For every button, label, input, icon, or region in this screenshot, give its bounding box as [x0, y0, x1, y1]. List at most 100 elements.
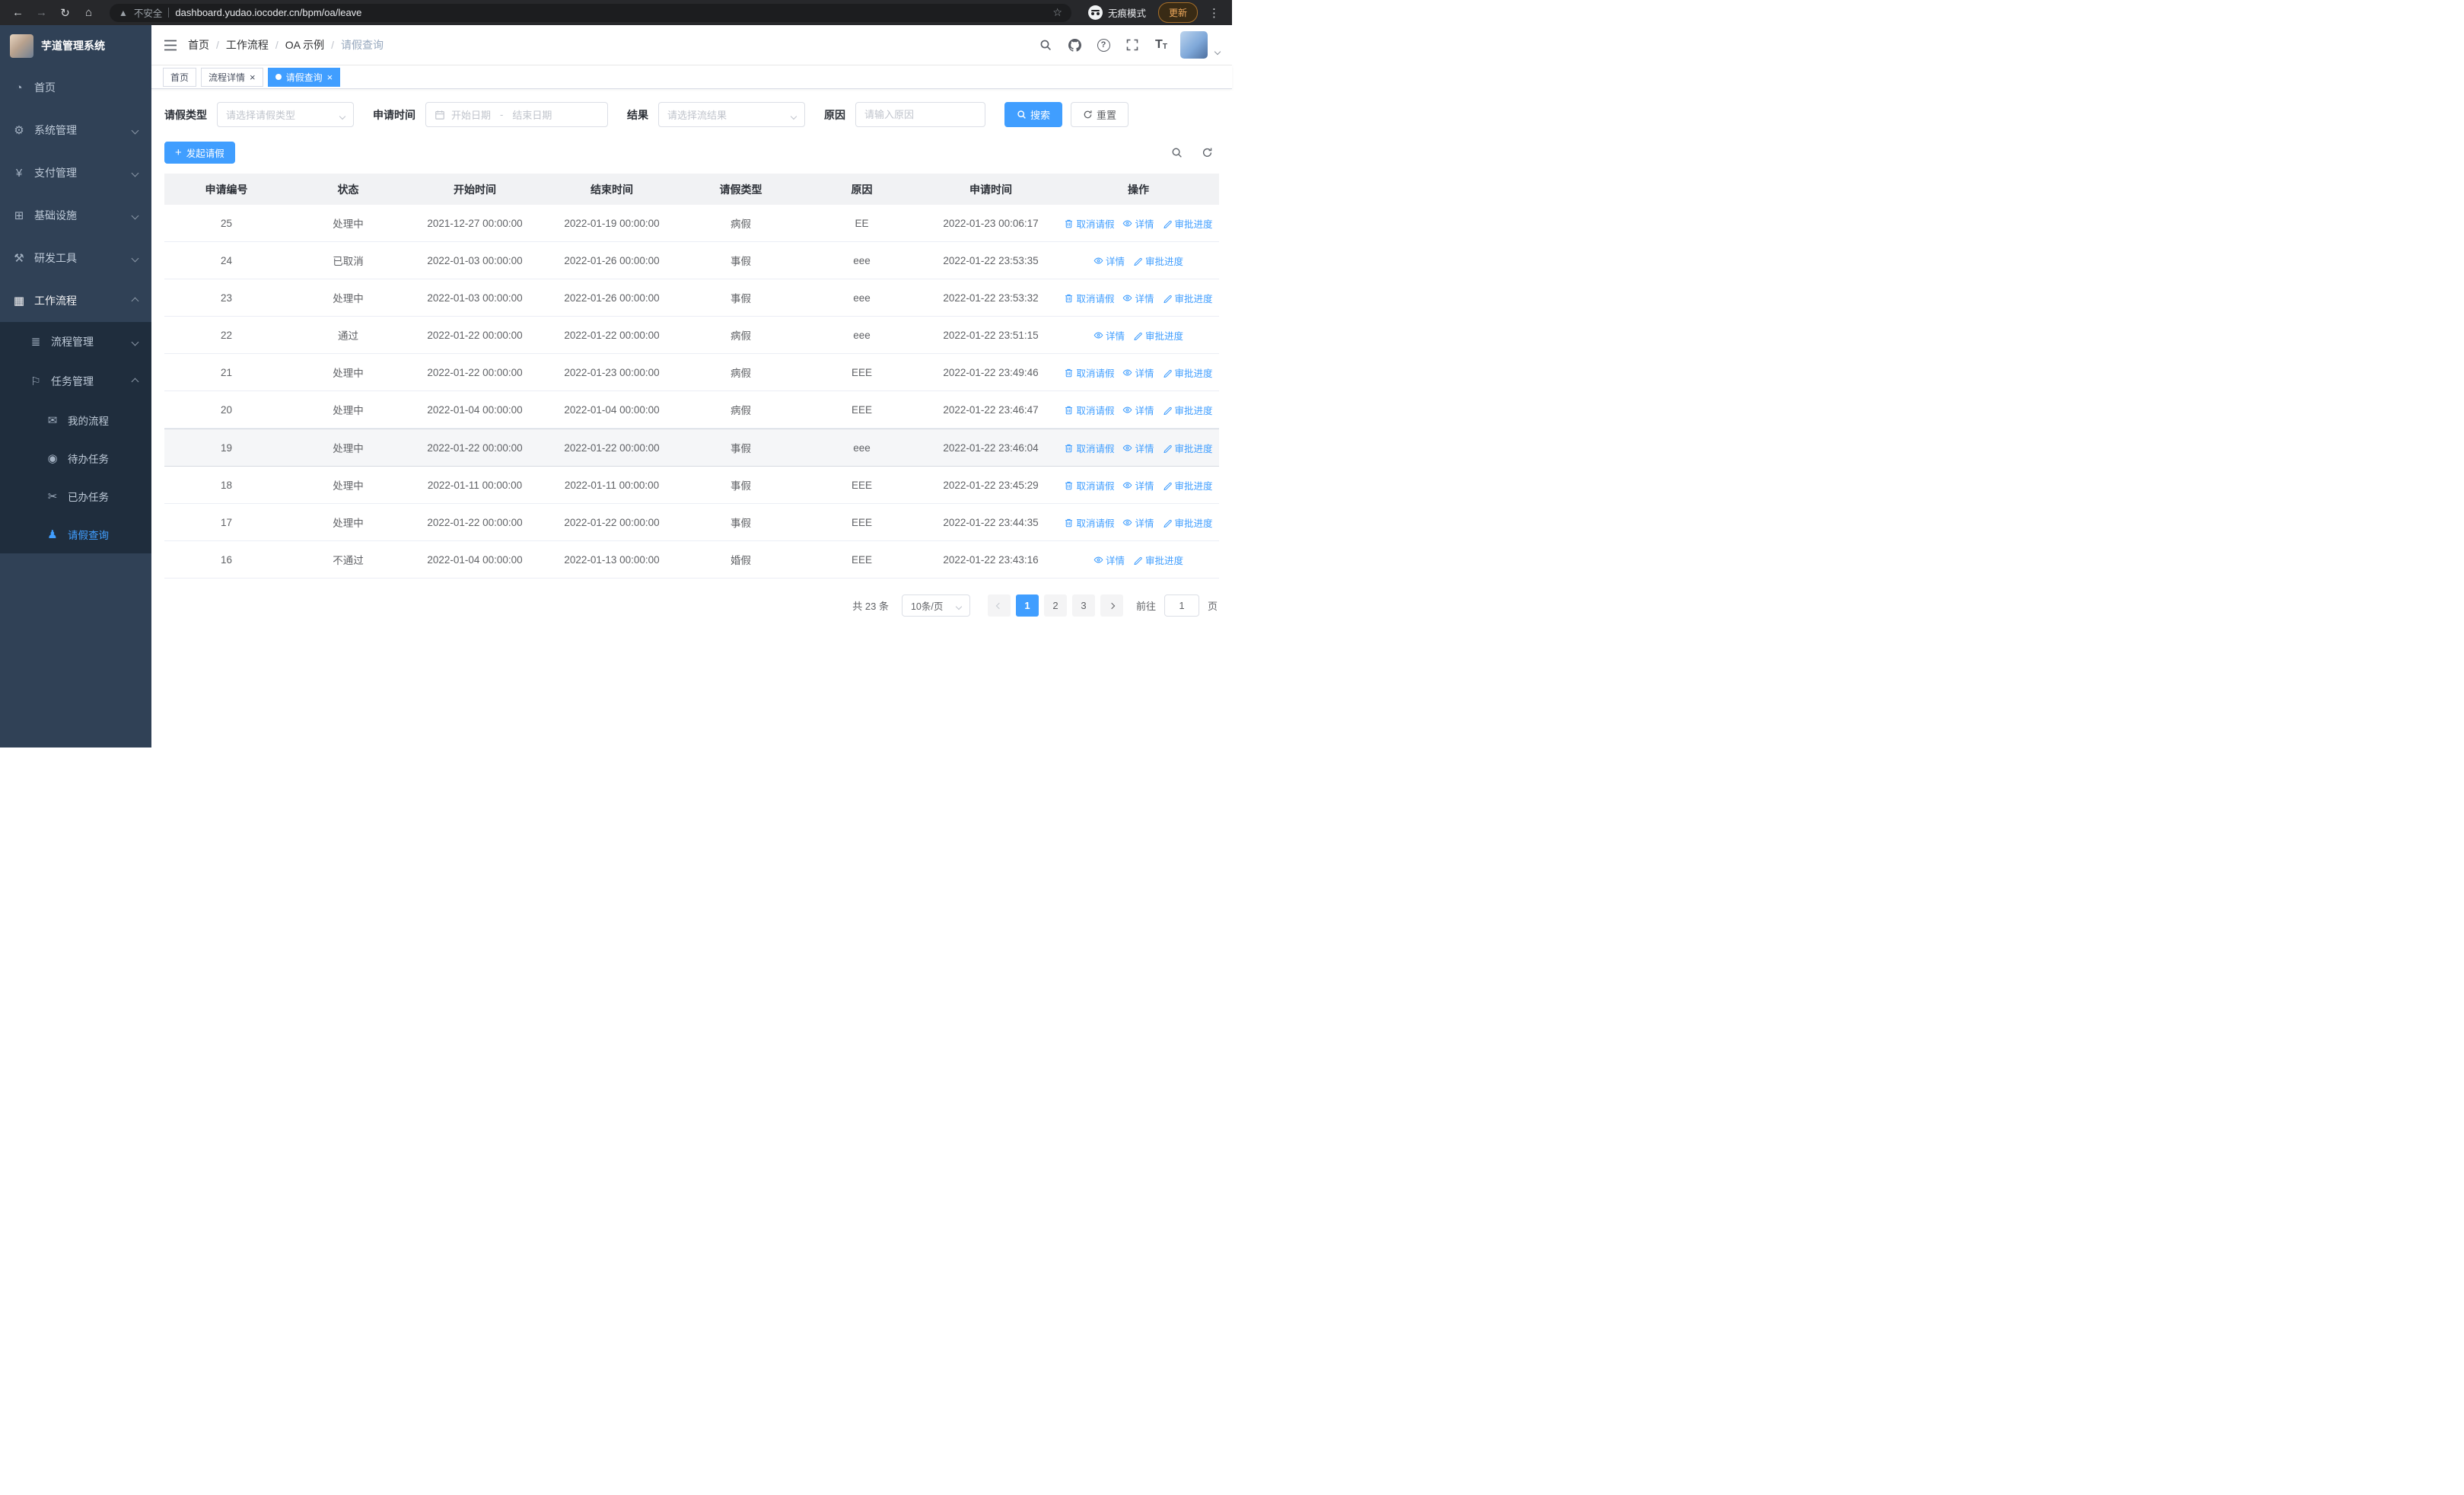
close-icon[interactable]: × [250, 72, 256, 82]
prev-page-button[interactable] [987, 594, 1011, 617]
cell-reason: EEE [851, 479, 872, 491]
avatar[interactable] [1180, 31, 1208, 59]
sidebar-item-todo-task[interactable]: ◉ 待办任务 [0, 439, 151, 477]
search-toggle-icon[interactable] [1171, 147, 1183, 158]
create-leave-button[interactable]: + 发起请假 [164, 142, 235, 164]
sidebar-item-leave-query[interactable]: ♟ 请假查询 [0, 515, 151, 553]
sidebar-item-done-task[interactable]: ✂ 已办任务 [0, 477, 151, 515]
apply-time-range-picker[interactable]: 开始日期 - 结束日期 [425, 102, 608, 127]
search-button[interactable]: 搜索 [1004, 102, 1063, 127]
op-label: 详情 [1135, 480, 1154, 492]
total-count: 共 23 条 [852, 601, 889, 612]
approval-progress-link[interactable]: 审批进度 [1133, 553, 1183, 567]
active-tab-dot [275, 74, 282, 80]
cell-id: 23 [220, 292, 233, 304]
detail-link[interactable]: 详情 [1094, 253, 1125, 268]
breadcrumb-item[interactable]: OA 示例 [285, 37, 324, 53]
sidebar-item-system[interactable]: ⚙ 系统管理 [0, 109, 151, 151]
approval-progress-link[interactable]: 审批进度 [1133, 253, 1183, 268]
font-size-icon[interactable]: TT [1151, 35, 1171, 55]
search-icon[interactable] [1036, 35, 1055, 55]
detail-link[interactable]: 详情 [1094, 328, 1125, 343]
cancel-leave-link[interactable]: 取消请假 [1064, 365, 1114, 380]
browser-reload-icon[interactable]: ↻ [55, 2, 75, 23]
page-size-select[interactable]: 10条/页 [901, 594, 970, 617]
cancel-leave-link[interactable]: 取消请假 [1064, 403, 1114, 417]
breadcrumb-item[interactable]: 首页 [188, 37, 209, 53]
approval-progress-link[interactable]: 审批进度 [1163, 441, 1213, 455]
detail-link[interactable]: 详情 [1122, 365, 1154, 380]
browser-home-icon[interactable]: ⌂ [78, 2, 99, 23]
cell-type: 病假 [731, 368, 751, 379]
detail-link[interactable]: 详情 [1122, 515, 1154, 530]
refresh-icon[interactable] [1202, 147, 1213, 158]
edit-icon [1163, 405, 1173, 415]
detail-link[interactable]: 详情 [1122, 216, 1154, 231]
approval-progress-link[interactable]: 审批进度 [1163, 291, 1213, 305]
reason-input[interactable] [855, 102, 985, 127]
breadcrumb-item[interactable]: 工作流程 [226, 37, 269, 53]
close-icon[interactable]: × [327, 72, 333, 82]
cell-start: 2022-01-22 00:00:00 [427, 516, 523, 528]
sidebar-item-home[interactable]: ◔ 首页 [0, 66, 151, 109]
navbar-actions: ? TT [1036, 31, 1221, 59]
browser-menu-icon[interactable]: ⋮ [1204, 2, 1224, 23]
fullscreen-icon[interactable] [1122, 35, 1142, 55]
sidebar-item-task-mgmt[interactable]: ⚐ 任务管理 [0, 362, 151, 401]
browser-update-button[interactable]: 更新 [1157, 2, 1198, 23]
approval-progress-link[interactable]: 审批进度 [1163, 403, 1213, 417]
page-button-2[interactable]: 2 [1043, 594, 1067, 617]
tags-bar: 首页 流程详情 × 请假查询 × [151, 65, 1232, 89]
cell-reason: EEE [851, 366, 872, 378]
cancel-leave-link[interactable]: 取消请假 [1064, 515, 1114, 530]
tab-process-detail[interactable]: 流程详情 × [201, 67, 263, 87]
cell-end: 2022-01-26 00:00:00 [564, 254, 660, 266]
page-button-3[interactable]: 3 [1071, 594, 1095, 617]
tab-home[interactable]: 首页 [163, 67, 197, 87]
tab-leave-query[interactable]: 请假查询 × [267, 67, 341, 87]
detail-link[interactable]: 详情 [1122, 441, 1154, 455]
sidebar-item-infra[interactable]: ⊞ 基础设施 [0, 194, 151, 237]
bookmark-star-icon[interactable]: ☆ [1052, 6, 1062, 19]
approval-progress-link[interactable]: 审批进度 [1163, 216, 1213, 231]
breadcrumb-separator: / [331, 39, 335, 51]
eye-icon [1122, 480, 1132, 490]
approval-progress-link[interactable]: 审批进度 [1163, 515, 1213, 530]
app-logo[interactable]: 芋道管理系统 [0, 25, 151, 66]
browser-back-icon[interactable]: ← [8, 2, 28, 23]
op-label: 审批进度 [1174, 293, 1213, 304]
sidebar-item-devtools[interactable]: ⚒ 研发工具 [0, 237, 151, 279]
reset-button[interactable]: 重置 [1071, 102, 1129, 127]
sidebar-item-my-process[interactable]: ✉ 我的流程 [0, 401, 151, 439]
browser-forward-icon[interactable]: → [31, 2, 52, 23]
cancel-leave-link[interactable]: 取消请假 [1064, 291, 1114, 305]
detail-link[interactable]: 详情 [1122, 403, 1154, 417]
next-page-button[interactable] [1100, 594, 1123, 617]
goto-suffix: 页 [1207, 601, 1218, 612]
approval-progress-link[interactable]: 审批进度 [1163, 478, 1213, 492]
table-row: 24 已取消 2022-01-03 00:00:00 2022-01-26 00:00… [164, 242, 1219, 279]
sidebar-item-pay[interactable]: ¥ 支付管理 [0, 151, 151, 194]
detail-link[interactable]: 详情 [1122, 291, 1154, 305]
help-icon[interactable]: ? [1094, 35, 1113, 55]
approval-progress-link[interactable]: 审批进度 [1133, 328, 1183, 343]
column-header: 申请编号 [164, 174, 288, 205]
cell-applied: 2022-01-22 23:49:46 [943, 366, 1039, 378]
cancel-leave-link[interactable]: 取消请假 [1064, 478, 1114, 492]
sidebar-item-workflow[interactable]: ▦ 工作流程 [0, 279, 151, 322]
sidebar-collapse-icon[interactable] [164, 40, 177, 51]
detail-link[interactable]: 详情 [1094, 553, 1125, 567]
page-button-1[interactable]: 1 [1015, 594, 1039, 617]
goto-page-input[interactable] [1164, 594, 1199, 617]
approval-progress-link[interactable]: 审批进度 [1163, 365, 1213, 380]
detail-link[interactable]: 详情 [1122, 478, 1154, 492]
github-icon[interactable] [1065, 35, 1084, 55]
browser-address-bar[interactable]: ▲ 不安全 dashboard.yudao.iocoder.cn/bpm/oa/… [110, 3, 1071, 22]
sidebar-item-process-mgmt[interactable]: ≣ 流程管理 [0, 322, 151, 362]
leave-type-select[interactable]: 请选择请假类型 [217, 102, 354, 127]
cancel-leave-link[interactable]: 取消请假 [1064, 441, 1114, 455]
result-select[interactable]: 请选择流结果 [658, 102, 805, 127]
op-label: 审批进度 [1174, 518, 1213, 529]
cancel-leave-link[interactable]: 取消请假 [1064, 216, 1114, 231]
chevron-down-icon[interactable] [1214, 44, 1221, 56]
